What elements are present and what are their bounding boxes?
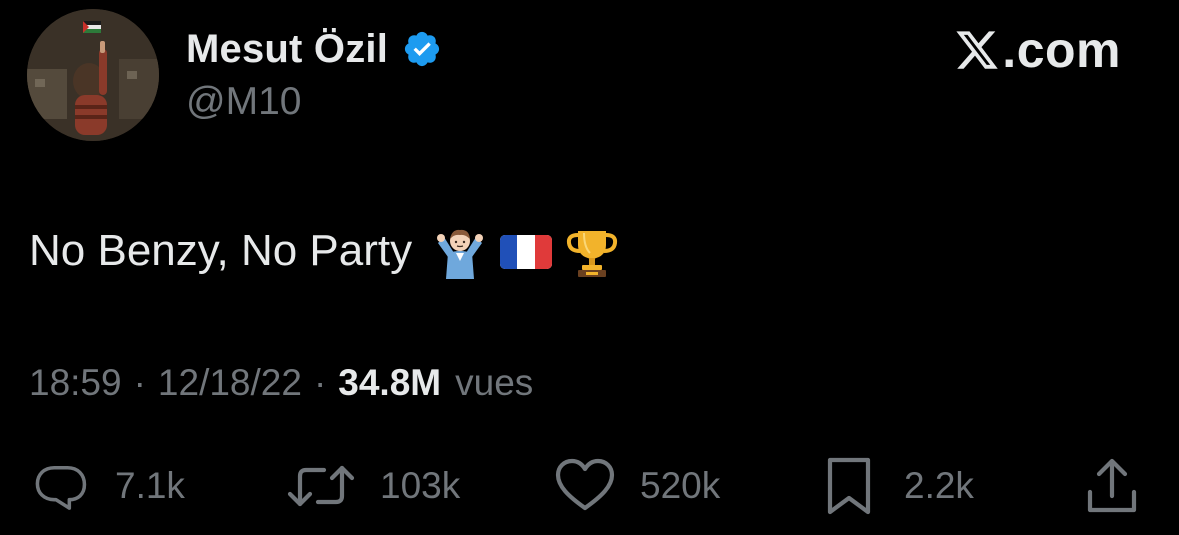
author-display-name[interactable]: Mesut Özil bbox=[186, 27, 388, 72]
brand-text: .com bbox=[1002, 22, 1121, 78]
author-handle[interactable]: @M10 bbox=[186, 80, 301, 124]
tweet-actions: 7.1k 103k 520k 2.2k bbox=[0, 456, 1179, 516]
share-button[interactable] bbox=[1084, 456, 1140, 516]
tweet-text: No Benzy, No Party bbox=[29, 226, 413, 275]
author-name-row: Mesut Özil bbox=[186, 24, 442, 74]
like-count: 520k bbox=[640, 465, 721, 506]
avatar[interactable] bbox=[27, 9, 159, 141]
trophy-emoji bbox=[564, 223, 620, 279]
x-logo-icon bbox=[954, 27, 1000, 73]
avatar-image bbox=[27, 9, 159, 141]
heart-icon bbox=[554, 456, 616, 516]
brand-logo: .com bbox=[954, 22, 1121, 78]
views-label: vues bbox=[455, 362, 534, 403]
reply-button[interactable]: 7.1k bbox=[29, 456, 185, 516]
reply-count: 7.1k bbox=[115, 465, 185, 506]
bookmark-icon bbox=[824, 456, 874, 516]
like-button[interactable]: 520k bbox=[554, 456, 720, 516]
bookmark-count: 2.2k bbox=[904, 465, 974, 506]
tweet-card: Mesut Özil @M10 .com No Benzy, No Party bbox=[0, 0, 1179, 535]
repost-count: 103k bbox=[380, 465, 461, 506]
repost-button[interactable]: 103k bbox=[286, 456, 460, 516]
tweet-time[interactable]: 18:59 bbox=[29, 362, 122, 404]
meta-separator: · bbox=[133, 362, 146, 403]
repost-icon bbox=[286, 456, 356, 516]
reply-icon bbox=[29, 456, 95, 516]
person-shrugging-emoji bbox=[432, 223, 488, 279]
tweet-body: No Benzy, No Party bbox=[29, 221, 630, 281]
verified-badge-icon bbox=[402, 29, 442, 69]
views-count[interactable]: 34.8M bbox=[338, 362, 441, 404]
meta-separator: · bbox=[313, 362, 327, 403]
bookmark-button[interactable]: 2.2k bbox=[824, 456, 974, 516]
tweet-meta: 18:59 · 12/18/22 · 34.8M vues bbox=[29, 362, 533, 404]
tweet-date[interactable]: 12/18/22 bbox=[158, 362, 302, 404]
france-flag-emoji bbox=[498, 223, 554, 279]
share-icon bbox=[1084, 456, 1140, 516]
